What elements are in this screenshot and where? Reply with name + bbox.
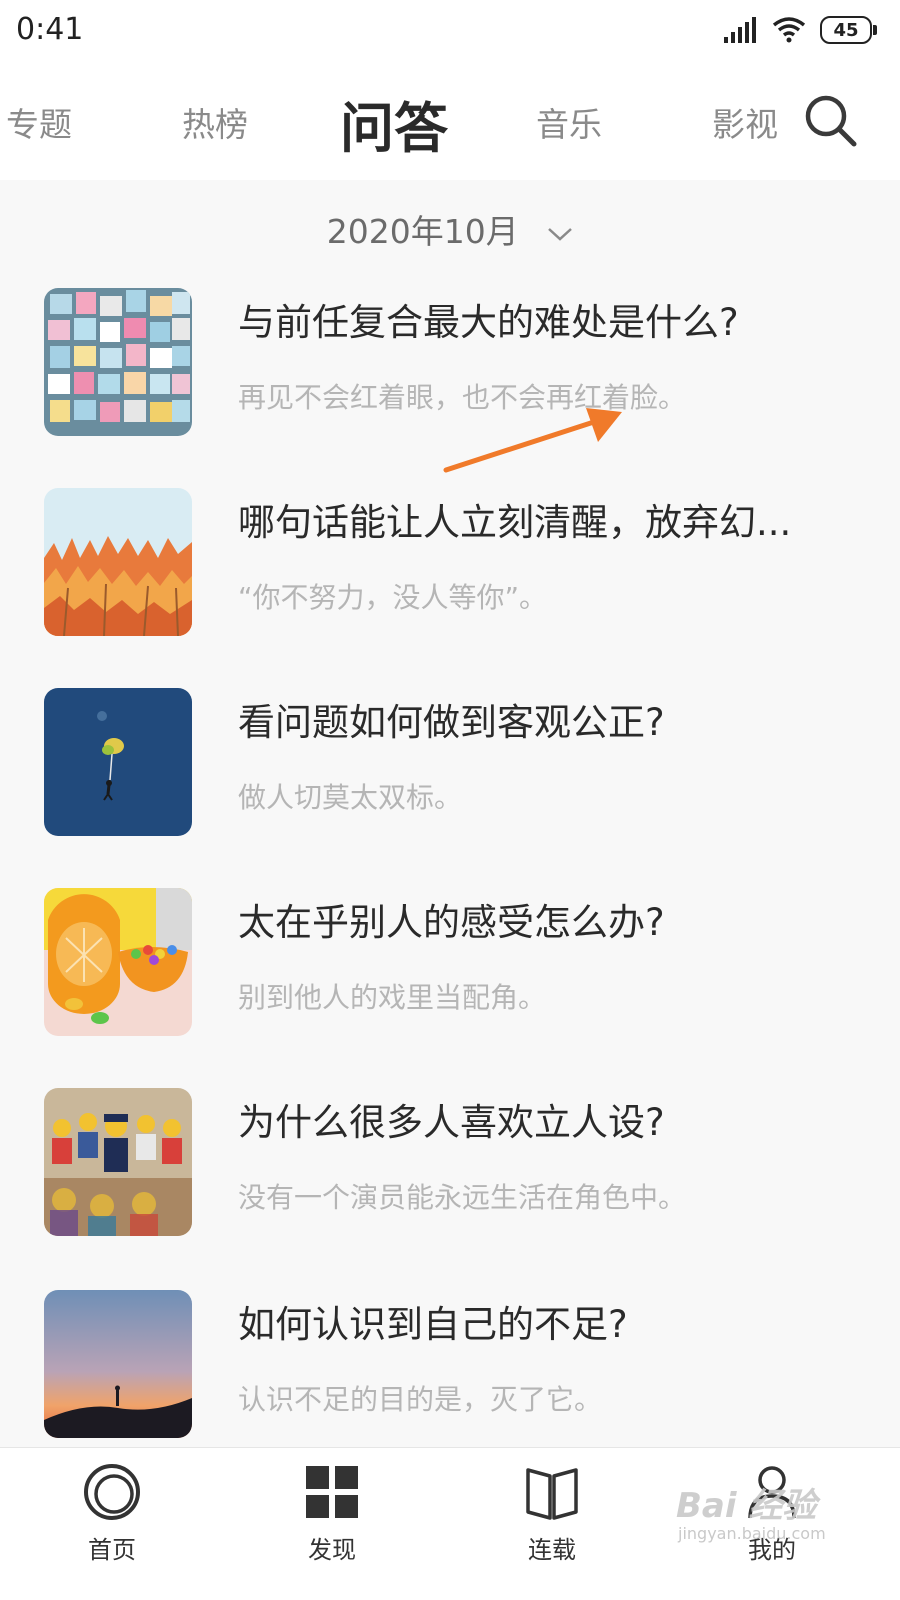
annotation-arrow-icon bbox=[443, 408, 622, 473]
item-subtitle: 没有一个演员能永远生活在角色中。 bbox=[238, 1181, 687, 1214]
list-item[interactable]: 哪句话能让人立刻清醒，放弃幻... “你不努力，没人等你”。 bbox=[0, 488, 900, 648]
list-item[interactable]: 太在乎别人的感受怎么办? 别到他人的戏里当配角。 bbox=[0, 888, 900, 1048]
thumbnail-balloon-person bbox=[44, 688, 192, 836]
book-icon bbox=[526, 1468, 578, 1520]
month-selector[interactable]: 2020年10月 bbox=[0, 205, 900, 253]
thumbnail-sticky-notes bbox=[44, 288, 192, 436]
thumbnail-toy-figures bbox=[44, 1088, 192, 1236]
tab-qa[interactable]: 问答 bbox=[340, 84, 448, 163]
top-tab-bar: 专题 热榜 问答 音乐 影视 bbox=[0, 62, 900, 180]
tab-hot-list[interactable]: 热榜 bbox=[182, 98, 248, 146]
nav-serial-label: 连载 bbox=[528, 1536, 576, 1564]
list-item[interactable]: 为什么很多人喜欢立人设? 没有一个演员能永远生活在角色中。 bbox=[0, 1088, 900, 1248]
search-icon[interactable] bbox=[802, 92, 858, 148]
status-icons: 45 bbox=[724, 16, 877, 44]
item-title: 如何认识到自己的不足? bbox=[238, 1303, 628, 1346]
tab-music[interactable]: 音乐 bbox=[536, 98, 602, 146]
tab-topics[interactable]: 专题 bbox=[6, 98, 72, 146]
item-subtitle: 做人切莫太双标。 bbox=[238, 781, 463, 814]
nav-home[interactable]: 首页 bbox=[52, 1462, 172, 1565]
status-time: 0:41 bbox=[16, 12, 84, 47]
item-title: 为什么很多人喜欢立人设? bbox=[238, 1101, 665, 1144]
battery-level: 45 bbox=[833, 19, 859, 41]
thumbnail-autumn-leaves bbox=[44, 488, 192, 636]
item-subtitle: 认识不足的目的是，灭了它。 bbox=[238, 1383, 603, 1416]
battery-icon: 45 bbox=[820, 16, 877, 44]
item-title: 太在乎别人的感受怎么办? bbox=[238, 901, 665, 944]
thumbnail-orange-candy bbox=[44, 888, 192, 1036]
home-circle-icon bbox=[84, 1464, 140, 1520]
watermark-logo: Bai 经验 bbox=[676, 1486, 817, 1526]
nav-serial[interactable]: 连载 bbox=[492, 1462, 612, 1565]
grid-icon bbox=[306, 1466, 358, 1518]
status-bar: 0:41 45 bbox=[0, 0, 900, 62]
app-screen: 0:41 45 专题 热榜 问答 音乐 影视 2020年10月 与前任复合最大的… bbox=[0, 0, 900, 1600]
nav-discover-label: 发现 bbox=[308, 1536, 356, 1564]
list-item[interactable]: 看问题如何做到客观公正? 做人切莫太双标。 bbox=[0, 688, 900, 848]
signal-icon bbox=[724, 17, 756, 43]
list-item[interactable]: 如何认识到自己的不足? 认识不足的目的是，灭了它。 bbox=[0, 1290, 900, 1450]
wifi-icon bbox=[772, 17, 806, 43]
item-subtitle: 别到他人的戏里当配角。 bbox=[238, 981, 547, 1014]
chevron-down-icon bbox=[548, 227, 573, 241]
thumbnail-sunset-silhouette bbox=[44, 1290, 192, 1438]
item-subtitle: “你不努力，没人等你”。 bbox=[238, 581, 548, 614]
item-title: 看问题如何做到客观公正? bbox=[238, 701, 665, 744]
item-title: 哪句话能让人立刻清醒，放弃幻... bbox=[238, 501, 792, 544]
nav-discover[interactable]: 发现 bbox=[272, 1462, 392, 1565]
month-label: 2020年10月 bbox=[326, 212, 519, 251]
tab-film[interactable]: 影视 bbox=[712, 98, 778, 146]
nav-home-label: 首页 bbox=[88, 1536, 136, 1564]
watermark-url: jingyan.baidu.com bbox=[678, 1524, 826, 1543]
item-title: 与前任复合最大的难处是什么? bbox=[238, 301, 739, 344]
